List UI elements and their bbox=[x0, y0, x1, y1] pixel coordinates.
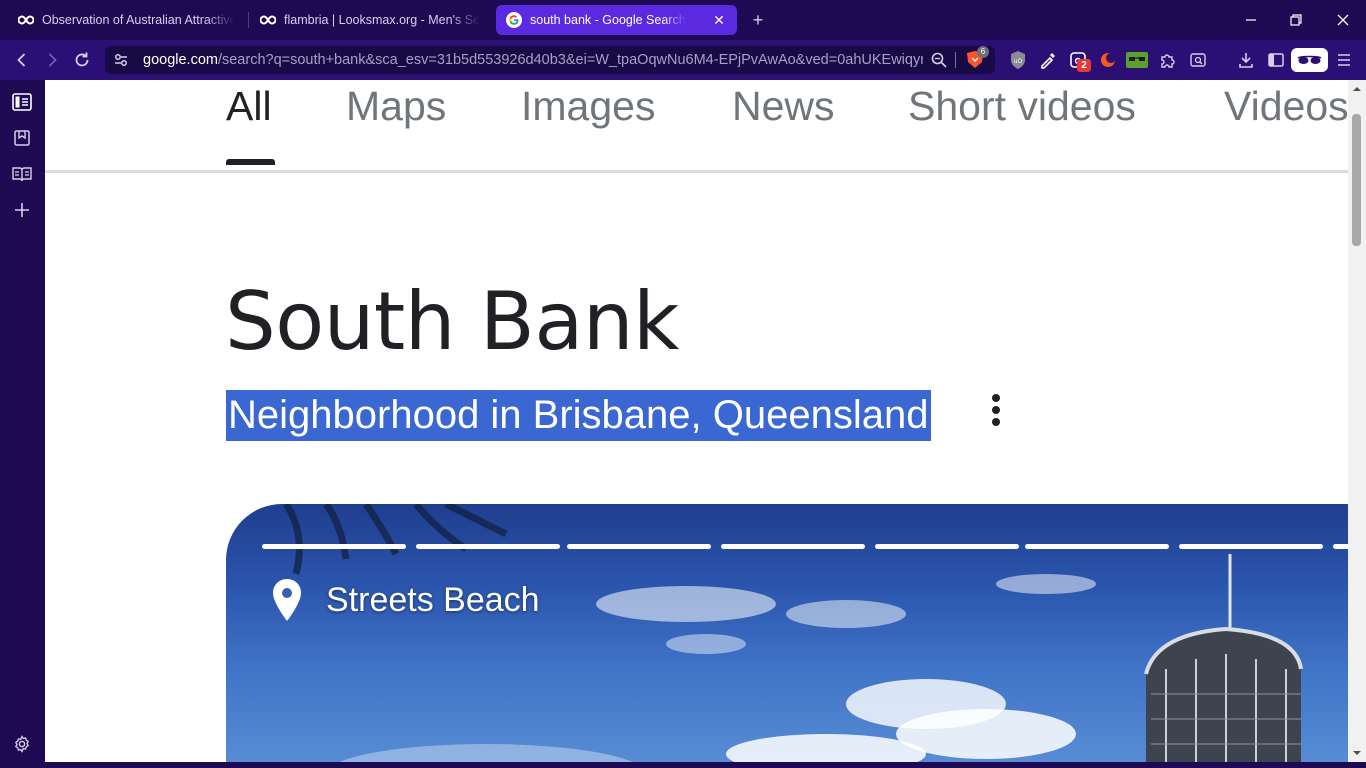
brave-shields-count: 6 bbox=[977, 46, 989, 58]
reading-mode-icon[interactable] bbox=[12, 164, 32, 184]
svg-text:uO: uO bbox=[1014, 58, 1023, 65]
search-tab-videos[interactable]: Videos bbox=[1224, 83, 1348, 130]
page-content: All Maps Images News Short videos Videos… bbox=[45, 80, 1348, 762]
dark-mode-moon-icon[interactable] bbox=[1097, 50, 1119, 70]
url-domain: google.com bbox=[143, 52, 218, 68]
glasses-extension-icon[interactable] bbox=[1126, 50, 1148, 70]
tab-flambria[interactable]: flambria | Looksmax.org - Men's Self-Imp… bbox=[250, 5, 490, 35]
tab-separator bbox=[248, 12, 249, 28]
back-arrow-icon[interactable] bbox=[12, 50, 32, 70]
close-tab-icon[interactable]: ✕ bbox=[711, 12, 727, 28]
knowledge-panel-title: South Bank bbox=[225, 275, 679, 368]
bookmarks-icon[interactable] bbox=[12, 128, 32, 148]
extension-badge-count: 2 bbox=[1077, 59, 1091, 72]
tab-title: Observation of Australian Attractiveness bbox=[42, 13, 234, 27]
more-options-icon[interactable] bbox=[983, 392, 1009, 428]
eyedropper-icon[interactable] bbox=[1037, 50, 1059, 70]
carousel-progress-segment bbox=[1333, 544, 1348, 549]
sidebar-toggle-icon[interactable] bbox=[1265, 50, 1287, 70]
carousel-progress-segment bbox=[262, 544, 406, 549]
scroll-up-arrow-icon[interactable] bbox=[1352, 84, 1362, 94]
downloads-icon[interactable] bbox=[1235, 50, 1257, 70]
scrollbar-thumb[interactable] bbox=[1352, 114, 1361, 246]
reload-icon[interactable] bbox=[72, 50, 92, 70]
location-pin-icon bbox=[273, 579, 301, 621]
brave-shields-icon[interactable]: 6 bbox=[964, 46, 989, 70]
reading-list-panel-icon[interactable] bbox=[12, 92, 32, 112]
carousel-progress-segment bbox=[1025, 544, 1169, 549]
tab-observation[interactable]: Observation of Australian Attractiveness bbox=[8, 5, 244, 35]
search-in-page-icon[interactable] bbox=[1187, 50, 1209, 70]
forward-arrow-icon[interactable] bbox=[42, 50, 62, 70]
add-panel-icon[interactable] bbox=[12, 200, 32, 220]
search-tab-maps[interactable]: Maps bbox=[346, 83, 446, 130]
search-tab-short-videos[interactable]: Short videos bbox=[908, 83, 1136, 130]
carousel-progress-segment bbox=[567, 544, 711, 549]
window-bottom-border bbox=[0, 762, 1366, 768]
menu-hamburger-icon[interactable] bbox=[1333, 50, 1355, 70]
private-glasses-icon bbox=[1297, 55, 1322, 64]
search-tab-all[interactable]: All bbox=[226, 83, 272, 130]
tab-south-bank[interactable]: south bank - Google Search ✕ bbox=[496, 5, 737, 35]
tab-manager-extension-icon[interactable]: 2 bbox=[1067, 50, 1091, 72]
carousel-progress-segment bbox=[1179, 544, 1323, 549]
extensions-puzzle-icon[interactable] bbox=[1157, 50, 1179, 70]
search-tab-news[interactable]: News bbox=[732, 83, 835, 130]
tabs-divider bbox=[45, 170, 1348, 173]
private-profile-button[interactable] bbox=[1291, 48, 1328, 72]
zoom-icon[interactable] bbox=[928, 50, 950, 70]
minimize-window-icon[interactable] bbox=[1241, 10, 1261, 30]
carousel-progress-segment bbox=[721, 544, 865, 549]
knowledge-panel-subtitle: Neighborhood in Brisbane, Queensland bbox=[226, 390, 931, 441]
url-path: /search?q=south+bank&sca_esv=31b5d553926… bbox=[217, 52, 923, 68]
active-tab-indicator bbox=[226, 159, 275, 165]
close-window-icon[interactable] bbox=[1333, 10, 1353, 30]
omnibox-divider bbox=[955, 52, 956, 68]
carousel-progress-segment bbox=[416, 544, 560, 549]
restore-window-icon[interactable] bbox=[1286, 10, 1306, 30]
hero-image-carousel[interactable]: Streets Beach bbox=[226, 504, 1348, 762]
scroll-down-arrow-icon[interactable] bbox=[1352, 748, 1362, 758]
looksmax-infinity-icon bbox=[18, 12, 34, 28]
new-tab-button[interactable]: + bbox=[748, 10, 768, 30]
tab-title: south bank - Google Search bbox=[530, 13, 686, 27]
ublock-origin-icon[interactable]: uO bbox=[1007, 50, 1029, 70]
hero-place-name: Streets Beach bbox=[326, 581, 540, 619]
site-settings-icon[interactable] bbox=[111, 50, 131, 70]
search-tab-images[interactable]: Images bbox=[521, 83, 655, 130]
url-text[interactable]: google.com/search?q=south+bank&sca_esv=3… bbox=[143, 52, 923, 68]
browser-sidebar bbox=[0, 80, 45, 768]
skyscraper-decoration bbox=[1144, 554, 1303, 762]
tab-title: flambria | Looksmax.org - Men's Self-Imp… bbox=[284, 13, 480, 27]
google-g-icon bbox=[506, 12, 522, 28]
looksmax-infinity-icon bbox=[260, 12, 276, 28]
page-scrollbar[interactable] bbox=[1348, 80, 1366, 762]
settings-gear-icon[interactable] bbox=[12, 734, 32, 754]
carousel-progress-segment bbox=[875, 544, 1019, 549]
tab-strip: Observation of Australian Attractiveness… bbox=[0, 0, 1366, 40]
